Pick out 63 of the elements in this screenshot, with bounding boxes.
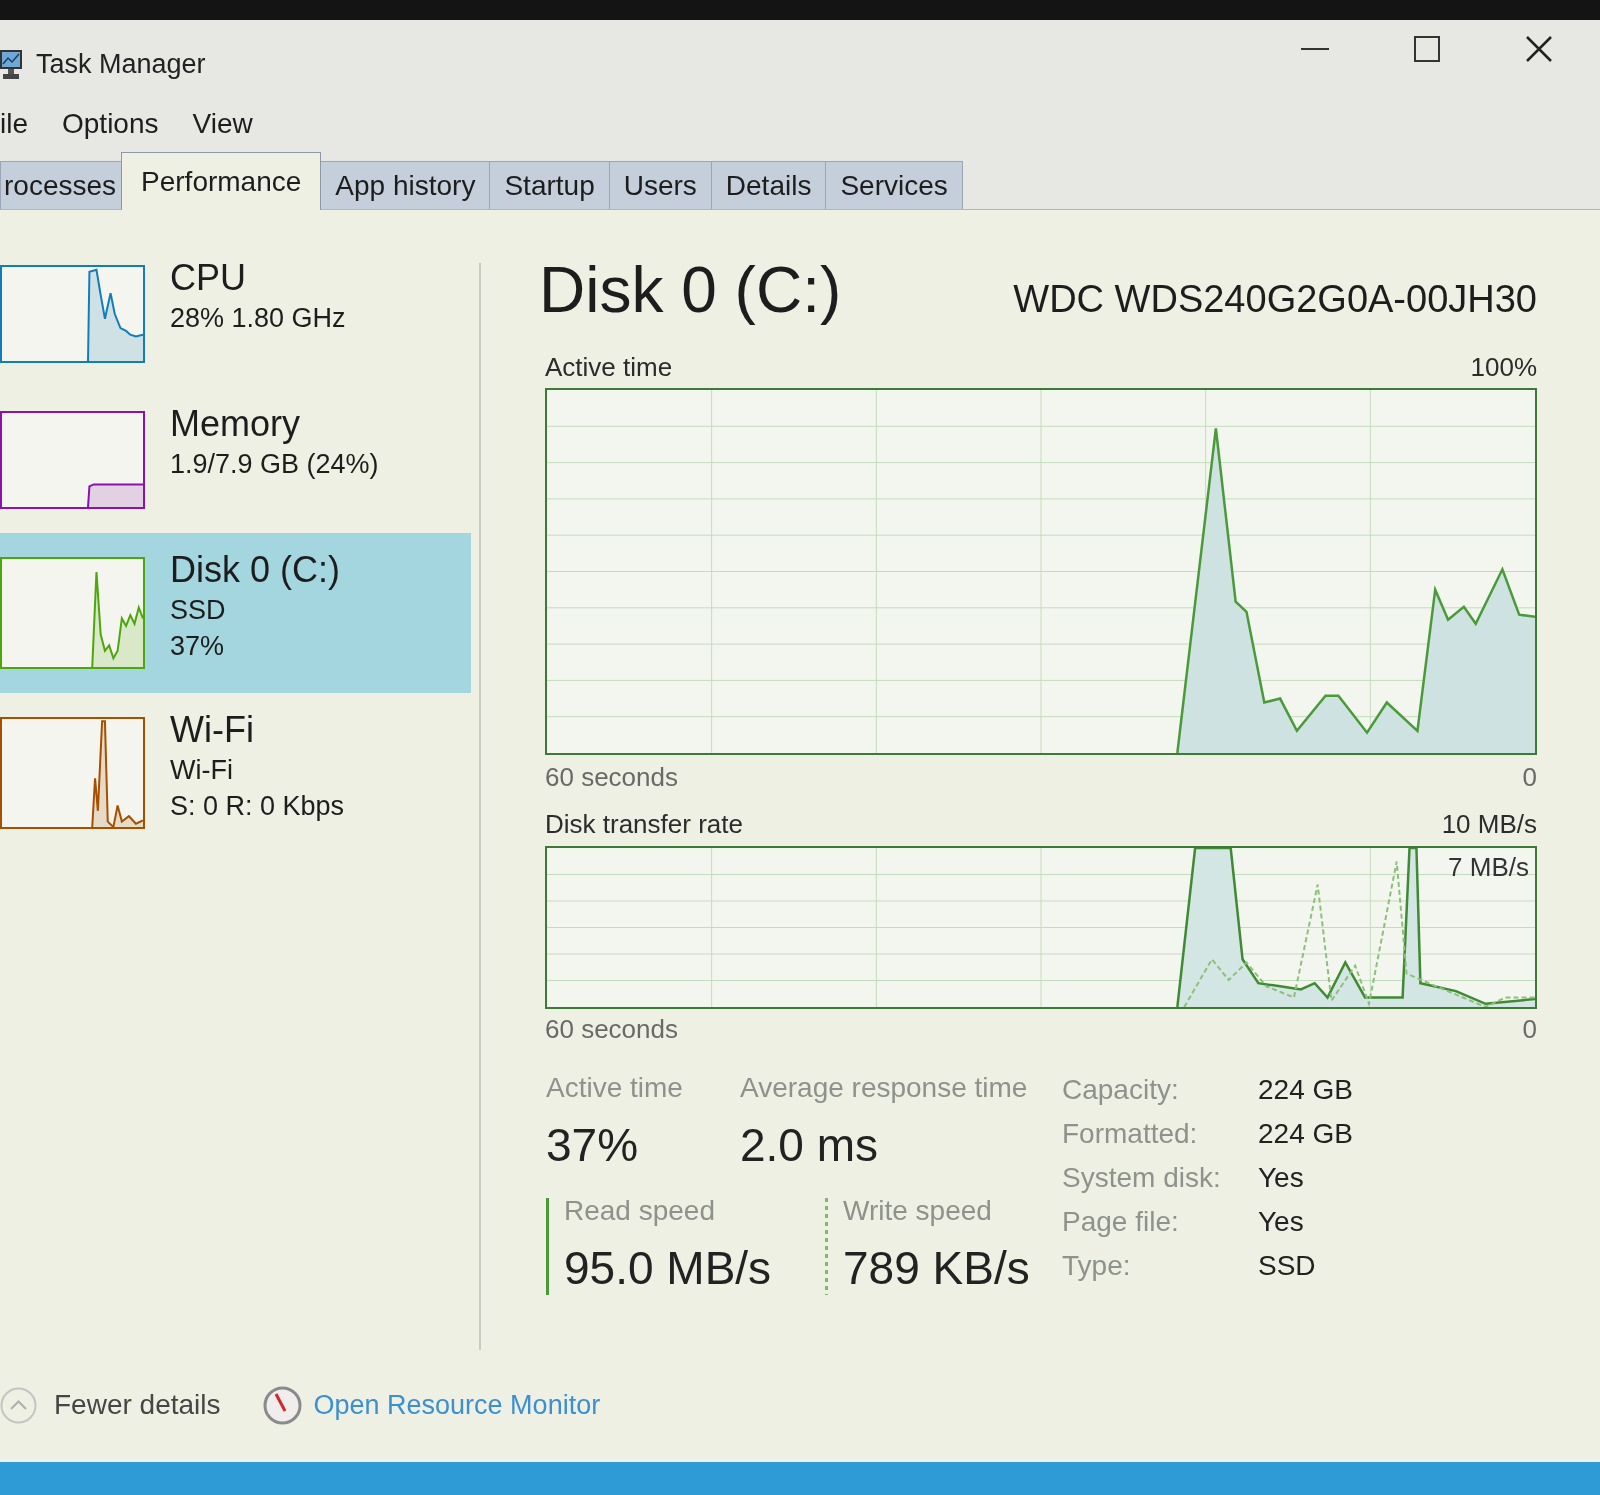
sidebar-item-detail: 1.9/7.9 GB (24%) — [170, 448, 379, 481]
time-end-label: 0 — [1522, 762, 1537, 792]
property-label: Type: — [1062, 1249, 1132, 1283]
menu-item[interactable]: Options — [62, 107, 159, 141]
property-value: 224 GB — [1258, 1073, 1353, 1107]
sidebar-item-detail: Wi-Fi — [170, 754, 234, 787]
monitor-icon — [0, 49, 22, 80]
solid-line-icon — [546, 1198, 549, 1295]
sidebar-item-title: CPU — [170, 256, 247, 300]
tab[interactable]: Services — [825, 161, 963, 209]
time-end-label: 0 — [1522, 1014, 1537, 1044]
fewer-details-button[interactable]: Fewer details — [0, 1386, 221, 1424]
maximize-icon — [1414, 36, 1440, 62]
tab[interactable]: Performance — [121, 152, 322, 210]
stat-value: 37% — [546, 1119, 639, 1171]
sidebar-item-title: Wi-Fi — [170, 708, 255, 752]
property-label: Capacity: — [1062, 1073, 1180, 1107]
sidebar-item[interactable]: CPU 28% 1.80 GHz — [0, 241, 471, 387]
minimize-icon — [1301, 48, 1329, 50]
graph-label: Active time — [545, 352, 673, 382]
speed-value: 789 KB/s — [843, 1242, 1030, 1294]
property-value: Yes — [1258, 1161, 1305, 1195]
property-label: System disk: — [1062, 1161, 1222, 1195]
graph-max-label: 10 MB/s — [1441, 809, 1537, 839]
sidebar-item-detail: 28% 1.80 GHz — [170, 302, 346, 335]
stat-value: 2.0 ms — [740, 1119, 879, 1171]
gauge-icon — [262, 1385, 302, 1425]
close-icon — [1526, 36, 1552, 62]
dotted-line-icon — [825, 1198, 828, 1295]
sidebar-item-detail: 37% — [170, 630, 226, 663]
property-value: SSD — [1258, 1249, 1317, 1283]
time-span-label: 60 seconds — [545, 762, 678, 792]
tab[interactable]: Startup — [489, 161, 610, 209]
menu-item[interactable]: View — [192, 107, 253, 141]
stat-label: Average response time — [740, 1071, 1028, 1105]
sidebar-item[interactable]: Wi-Fi Wi-Fi S: 0 R: 0 Kbps — [0, 693, 471, 853]
rate-marker-label: 7 MB/s — [1448, 852, 1529, 882]
tab[interactable]: rocesses — [0, 161, 123, 209]
tab[interactable]: Details — [710, 161, 827, 209]
stat-label: Active time — [546, 1071, 683, 1105]
property-value: Yes — [1258, 1205, 1305, 1239]
time-span-label: 60 seconds — [545, 1014, 678, 1044]
sidebar-item-detail: S: 0 R: 0 Kbps — [170, 790, 345, 823]
property-label: Formatted: — [1062, 1117, 1199, 1151]
property-value: 224 GB — [1258, 1117, 1353, 1151]
chevron-up-icon — [0, 1386, 37, 1424]
disk-model: WDC WDS240G2G0A-00JH30 — [1013, 277, 1537, 321]
sidebar-item-title: Disk 0 (C:) — [170, 548, 340, 592]
window-title: Task Manager — [36, 48, 206, 81]
sidebar-item-title: Memory — [170, 402, 301, 446]
speed-label: Read speed — [564, 1194, 715, 1228]
tab[interactable]: Users — [608, 161, 712, 209]
property-label: Page file: — [1062, 1205, 1180, 1239]
disk-title: Disk 0 (C:) — [539, 254, 842, 326]
speed-value: 95.0 MB/s — [564, 1242, 772, 1294]
menu-item[interactable]: ile — [0, 107, 28, 141]
sidebar-item[interactable]: Disk 0 (C:) SSD 37% — [0, 533, 471, 693]
sidebar-item[interactable]: Memory 1.9/7.9 GB (24%) — [0, 387, 471, 533]
speed-label: Write speed — [843, 1194, 992, 1228]
tab[interactable]: App history — [320, 161, 491, 209]
sidebar-item-detail: SSD — [170, 594, 227, 627]
graph-max-label: 100% — [1470, 352, 1537, 382]
graph-label: Disk transfer rate — [545, 809, 743, 839]
